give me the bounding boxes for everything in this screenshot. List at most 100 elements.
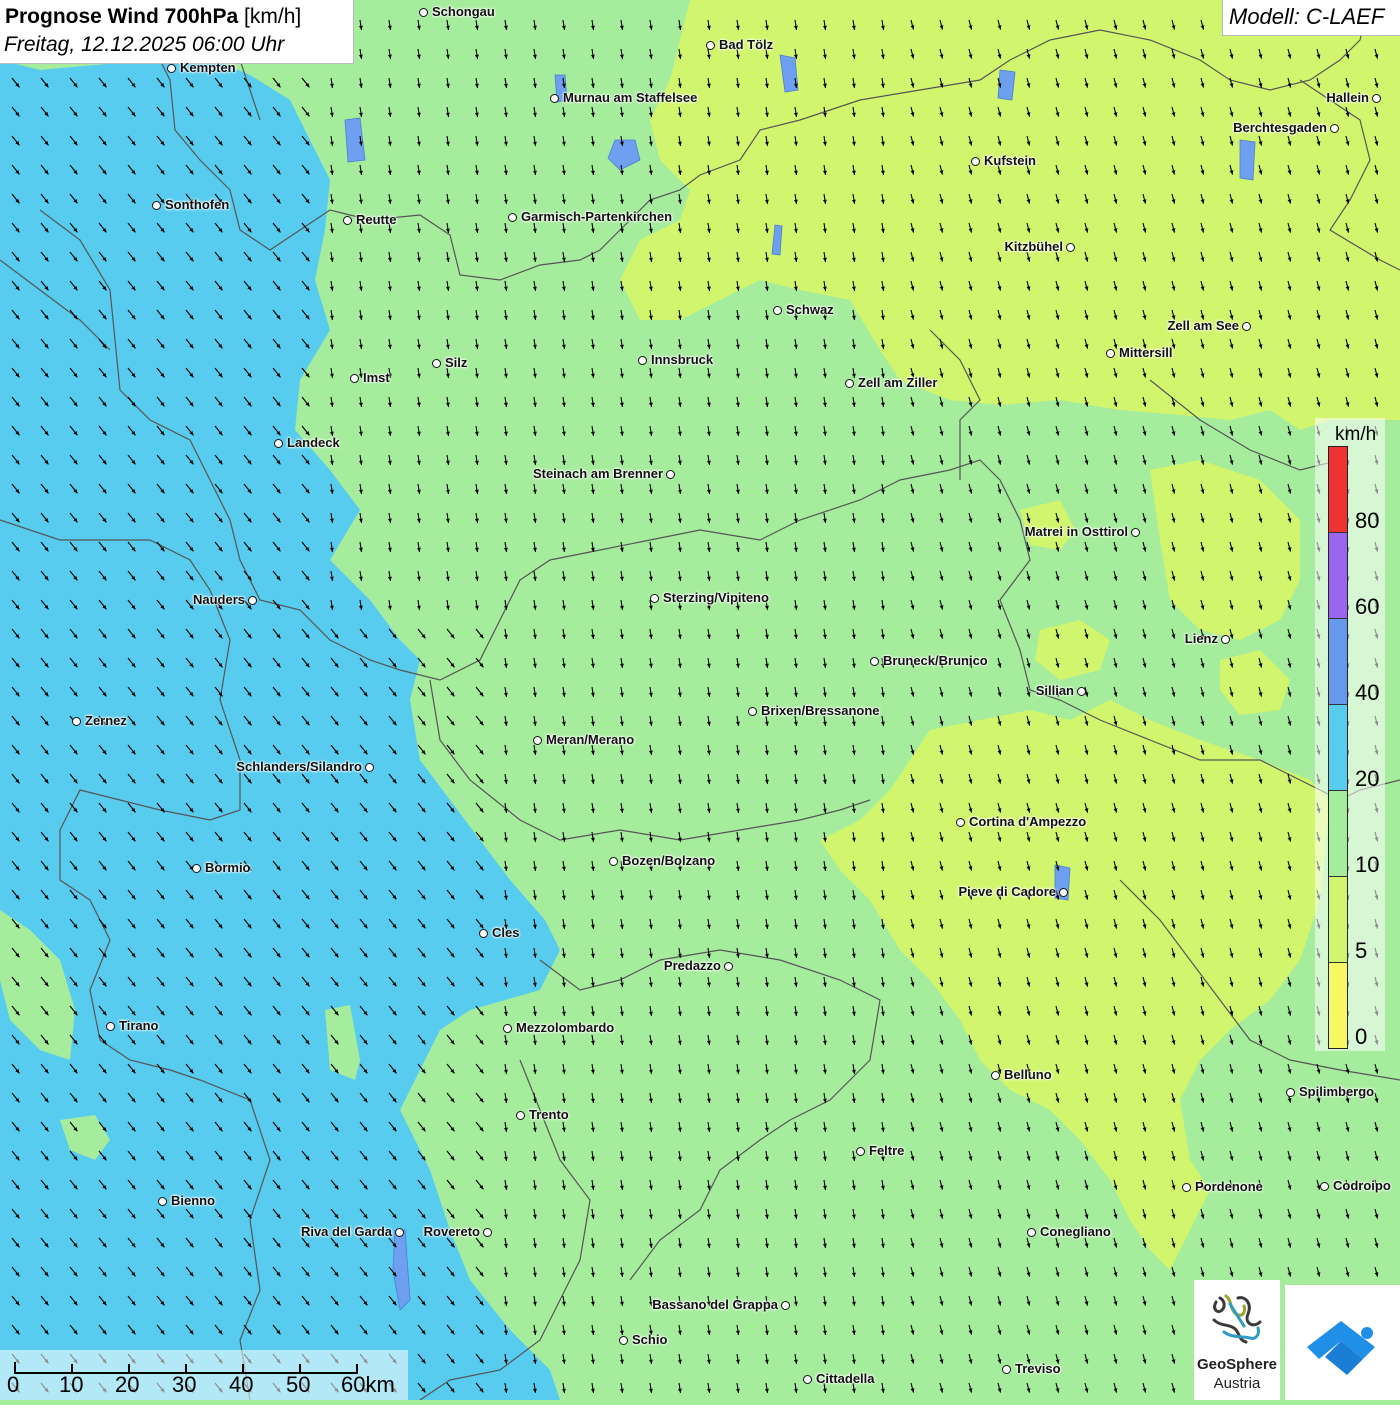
city-marker-icon (1077, 687, 1086, 696)
city-marker-icon (1182, 1183, 1191, 1192)
city-label: Predazzo (663, 958, 721, 973)
city-marker-icon (773, 306, 782, 315)
city-marker-icon (483, 1228, 492, 1237)
city-label: Schlanders/Silandro (236, 759, 362, 774)
city-label: Cittadella (816, 1371, 875, 1386)
city-label: Hallein (1326, 90, 1369, 105)
city-marker-icon (550, 94, 559, 103)
legend-swatch-0-5 (1329, 963, 1347, 1048)
city-label: Spilimbergo (1299, 1084, 1375, 1099)
legend-label: 0 (1355, 1024, 1368, 1049)
legend-swatch-10-20 (1329, 791, 1347, 877)
legend-label: 80 (1355, 508, 1380, 533)
scale-bar: 0 10 20 30 40 50 60km (0, 1350, 408, 1400)
city-marker-icon (248, 596, 257, 605)
city-label: Steinach am Brenner (532, 466, 663, 481)
city-label: Pieve di Cadore (958, 884, 1056, 899)
city-marker-icon (167, 64, 176, 73)
scale-label: 40 (229, 1372, 254, 1397)
city-label: Kufstein (984, 153, 1036, 168)
city-marker-icon (650, 594, 659, 603)
city-marker-icon (106, 1022, 115, 1031)
city-label: Bassano del Grappa (652, 1297, 778, 1312)
city-label: Kempten (180, 60, 236, 75)
city-marker-icon (706, 41, 715, 50)
city-marker-icon (350, 374, 359, 383)
scale-label: 50 (286, 1372, 311, 1397)
city-marker-icon (724, 962, 733, 971)
city-marker-icon (1059, 888, 1068, 897)
city-marker-icon (365, 763, 374, 772)
city-marker-icon (609, 857, 618, 866)
legend-label: 60 (1355, 594, 1380, 619)
city-marker-icon (1221, 635, 1230, 644)
city-marker-icon (503, 1024, 512, 1033)
city-marker-icon (419, 8, 428, 17)
geosphere-emblem-icon (1212, 1294, 1262, 1344)
city-label: Lienz (1184, 631, 1218, 646)
city-marker-icon (619, 1336, 628, 1345)
city-marker-icon (856, 1147, 865, 1156)
city-label: Trento (529, 1107, 569, 1122)
city-label: Feltre (869, 1143, 905, 1158)
city-label: Zell am Ziller (858, 375, 938, 390)
city-marker-icon (479, 929, 488, 938)
city-marker-icon (956, 818, 965, 827)
city-marker-icon (971, 157, 980, 166)
title-box: Prognose Wind 700hPa [km/h] Freitag, 12.… (0, 0, 354, 64)
city-label: Codroipo (1333, 1178, 1391, 1193)
city-label: Matrei in Osttirol (1024, 524, 1128, 539)
city-marker-icon (72, 717, 81, 726)
city-marker-icon (803, 1375, 812, 1384)
scale-label: 10 (59, 1372, 84, 1397)
city-marker-icon (666, 470, 675, 479)
city-label: Bozen/Bolzano (622, 853, 716, 868)
city-marker-icon (638, 356, 647, 365)
legend-unit: km/h (1335, 424, 1377, 445)
city-label: Mittersill (1119, 345, 1173, 360)
city-marker-icon (1286, 1088, 1295, 1097)
city-label: Silz (445, 355, 468, 370)
city-marker-icon (158, 1197, 167, 1206)
legend-swatch-40-60 (1329, 619, 1347, 705)
city-label: Schwaz (786, 302, 834, 317)
city-label: Bad Tölz (719, 37, 774, 52)
city-label: Sonthofen (165, 197, 230, 212)
scale-label: 20 (115, 1372, 140, 1397)
city-label: Belluno (1004, 1067, 1052, 1082)
model-box: Modell: C-LAEF (1222, 0, 1400, 36)
city-marker-icon (1002, 1365, 1011, 1374)
city-label: Rovereto (423, 1224, 480, 1239)
city-marker-icon (343, 216, 352, 225)
city-marker-icon (1066, 243, 1075, 252)
city-label: Sterzing/Vipiteno (663, 590, 769, 605)
city-label: Landeck (287, 435, 340, 450)
scale-label: 30 (172, 1372, 197, 1397)
city-label: Tirano (119, 1018, 159, 1033)
city-marker-icon (781, 1301, 790, 1310)
scale-label: 60km (341, 1372, 395, 1397)
map-title-unit: [km/h] (238, 5, 302, 28)
city-label: Conegliano (1040, 1224, 1111, 1239)
city-marker-icon (845, 379, 854, 388)
city-marker-icon (1131, 528, 1140, 537)
city-marker-icon (508, 213, 517, 222)
geosphere-country: Austria (1213, 1375, 1261, 1392)
legend-swatch-80-plus (1329, 447, 1347, 533)
city-marker-icon (395, 1228, 404, 1237)
map-subtitle: Freitag, 12.12.2025 06:00 Uhr (4, 33, 285, 56)
city-label: Zell am See (1167, 318, 1239, 333)
city-label: Meran/Merano (546, 732, 635, 747)
map-title-main: Prognose Wind 700hPa (5, 5, 239, 28)
city-marker-icon (192, 864, 201, 873)
geosphere-logo: GeoSphere Austria (1194, 1280, 1280, 1400)
city-label: Sillian (1035, 683, 1074, 698)
legend: km/h 80 60 40 20 10 5 0 (1315, 418, 1385, 1051)
city-marker-icon (1106, 349, 1115, 358)
city-label: Bruneck/Brunico (883, 653, 988, 668)
city-label: Garmisch-Partenkirchen (521, 209, 673, 224)
city-label: Cortina d'Ampezzo (969, 814, 1087, 829)
geosphere-name: GeoSphere (1196, 1356, 1278, 1373)
city-label: Bienno (171, 1193, 216, 1208)
city-marker-icon (533, 736, 542, 745)
